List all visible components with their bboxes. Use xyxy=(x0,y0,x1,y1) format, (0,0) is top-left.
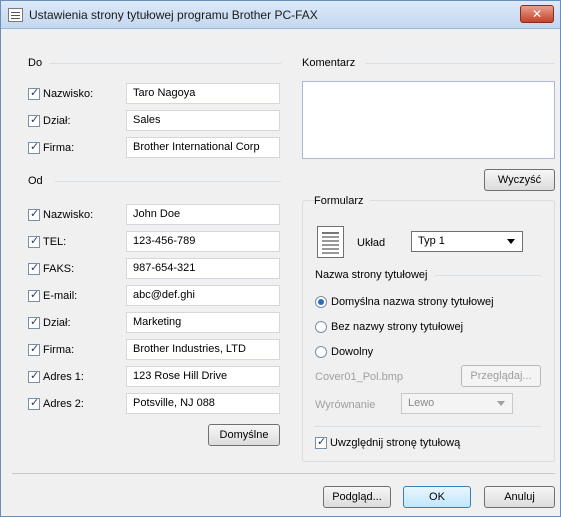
include-cover-page-checkbox[interactable]: Uwzględnij stronę tytułową xyxy=(315,434,460,452)
checkbox-box[interactable] xyxy=(28,261,40,275)
to-group-divider xyxy=(49,63,281,64)
to-company-label: Firma: xyxy=(43,142,75,154)
from-group-divider xyxy=(55,181,281,182)
form-divider xyxy=(314,426,541,427)
checkbox-box[interactable] xyxy=(28,342,40,356)
ok-button[interactable]: OK xyxy=(403,486,471,508)
checkbox-box[interactable] xyxy=(28,315,40,329)
from-address1-input[interactable]: 123 Rose Hill Drive xyxy=(126,366,280,387)
checkbox-box[interactable] xyxy=(28,113,40,127)
checkbox-box[interactable] xyxy=(28,207,40,221)
comment-group-title: Komentarz xyxy=(302,57,362,69)
from-email-checkbox[interactable]: E-mail: xyxy=(28,287,77,305)
from-phone-label: TEL: xyxy=(43,236,67,248)
from-department-label: Dział: xyxy=(43,317,71,329)
title-bar[interactable]: Ustawienia strony tytułowej programu Bro… xyxy=(1,1,560,29)
radio-custom[interactable]: Dowolny xyxy=(315,344,373,360)
form-group-title: Formularz xyxy=(314,195,370,207)
from-fax-checkbox[interactable]: FAKS: xyxy=(28,260,74,278)
from-address1-label: Adres 1: xyxy=(43,371,84,383)
layout-select-value: Typ 1 xyxy=(418,235,445,247)
from-fax-input[interactable]: 987-654-321 xyxy=(126,258,280,279)
chevron-down-icon xyxy=(507,239,515,244)
to-company-input[interactable]: Brother International Corp xyxy=(126,137,280,158)
from-email-label: E-mail: xyxy=(43,290,78,302)
radio-default-name-label: Domyślna nazwa strony tytułowej xyxy=(331,296,494,308)
checkbox-box[interactable] xyxy=(28,396,40,410)
window-title: Ustawienia strony tytułowej programu Bro… xyxy=(29,8,318,22)
from-name-checkbox[interactable]: Nazwisko: xyxy=(28,206,93,224)
from-address2-input[interactable]: Potsville, NJ 088 xyxy=(126,393,280,414)
from-address2-checkbox[interactable]: Adres 2: xyxy=(28,395,84,413)
from-company-input[interactable]: Brother Industries, LTD xyxy=(126,339,280,360)
to-name-label: Nazwisko: xyxy=(43,88,94,100)
checkbox-box[interactable] xyxy=(28,288,40,302)
from-fax-label: FAKS: xyxy=(43,263,75,275)
from-name-label: Nazwisko: xyxy=(43,209,94,221)
cover-page-settings-dialog: Ustawienia strony tytułowej programu Bro… xyxy=(0,0,561,517)
radio-no-name-label: Bez nazwy strony tytułowej xyxy=(331,321,464,333)
to-group-title: Do xyxy=(28,57,49,69)
radio-button[interactable] xyxy=(315,321,327,333)
from-name-input[interactable]: John Doe xyxy=(126,204,280,225)
radio-button[interactable] xyxy=(315,346,327,358)
to-department-label: Dział: xyxy=(43,115,71,127)
to-name-checkbox[interactable]: Nazwisko: xyxy=(28,85,93,103)
cover-name-divider xyxy=(435,275,541,276)
from-department-input[interactable]: Marketing xyxy=(126,312,280,333)
close-button[interactable]: ✕ xyxy=(520,5,554,23)
browse-button[interactable]: Przeglądaj... xyxy=(461,365,541,387)
cover-name-group-title: Nazwa strony tytułowej xyxy=(315,269,434,281)
radio-no-name[interactable]: Bez nazwy strony tytułowej xyxy=(315,319,463,335)
from-phone-input[interactable]: 123-456-789 xyxy=(126,231,280,252)
chevron-down-icon xyxy=(497,401,505,406)
alignment-select[interactable]: Lewo xyxy=(401,393,513,414)
to-department-checkbox[interactable]: Dział: xyxy=(28,112,71,130)
alignment-label: Wyrównanie xyxy=(315,399,376,411)
defaults-button[interactable]: Domyślne xyxy=(208,424,280,446)
from-address1-checkbox[interactable]: Adres 1: xyxy=(28,368,84,386)
cancel-button[interactable]: Anuluj xyxy=(484,486,555,508)
to-name-input[interactable]: Taro Nagoya xyxy=(126,83,280,104)
checkbox-box[interactable] xyxy=(315,435,327,449)
from-department-checkbox[interactable]: Dział: xyxy=(28,314,71,332)
radio-default-name[interactable]: Domyślna nazwa strony tytułowej xyxy=(315,294,494,310)
alignment-select-value: Lewo xyxy=(408,397,435,409)
comment-group-divider xyxy=(365,63,555,64)
preview-button[interactable]: Podgląd... xyxy=(323,486,391,508)
app-window-icon xyxy=(8,8,23,22)
cover-file-name: Cover01_Pol.bmp xyxy=(315,371,404,383)
to-department-input[interactable]: Sales xyxy=(126,110,280,131)
radio-button[interactable] xyxy=(315,296,327,308)
from-address2-label: Adres 2: xyxy=(43,398,84,410)
include-cover-page-label: Uwzględnij stronę tytułową xyxy=(330,437,461,449)
footer-divider xyxy=(12,473,555,474)
comment-textarea[interactable] xyxy=(302,81,555,159)
from-group-title: Od xyxy=(28,175,49,187)
from-company-checkbox[interactable]: Firma: xyxy=(28,341,74,359)
checkbox-box[interactable] xyxy=(28,86,40,100)
checkbox-box[interactable] xyxy=(28,140,40,154)
clear-button[interactable]: Wyczyść xyxy=(484,169,555,191)
checkbox-box[interactable] xyxy=(28,234,40,248)
from-phone-checkbox[interactable]: TEL: xyxy=(28,233,66,251)
layout-label: Układ xyxy=(357,237,386,249)
from-email-input[interactable]: abc@def.ghi xyxy=(126,285,280,306)
cover-layout-preview-icon xyxy=(317,226,344,258)
to-company-checkbox[interactable]: Firma: xyxy=(28,139,74,157)
layout-select[interactable]: Typ 1 xyxy=(411,231,523,252)
checkbox-box[interactable] xyxy=(28,369,40,383)
from-company-label: Firma: xyxy=(43,344,75,356)
radio-custom-label: Dowolny xyxy=(331,346,374,358)
